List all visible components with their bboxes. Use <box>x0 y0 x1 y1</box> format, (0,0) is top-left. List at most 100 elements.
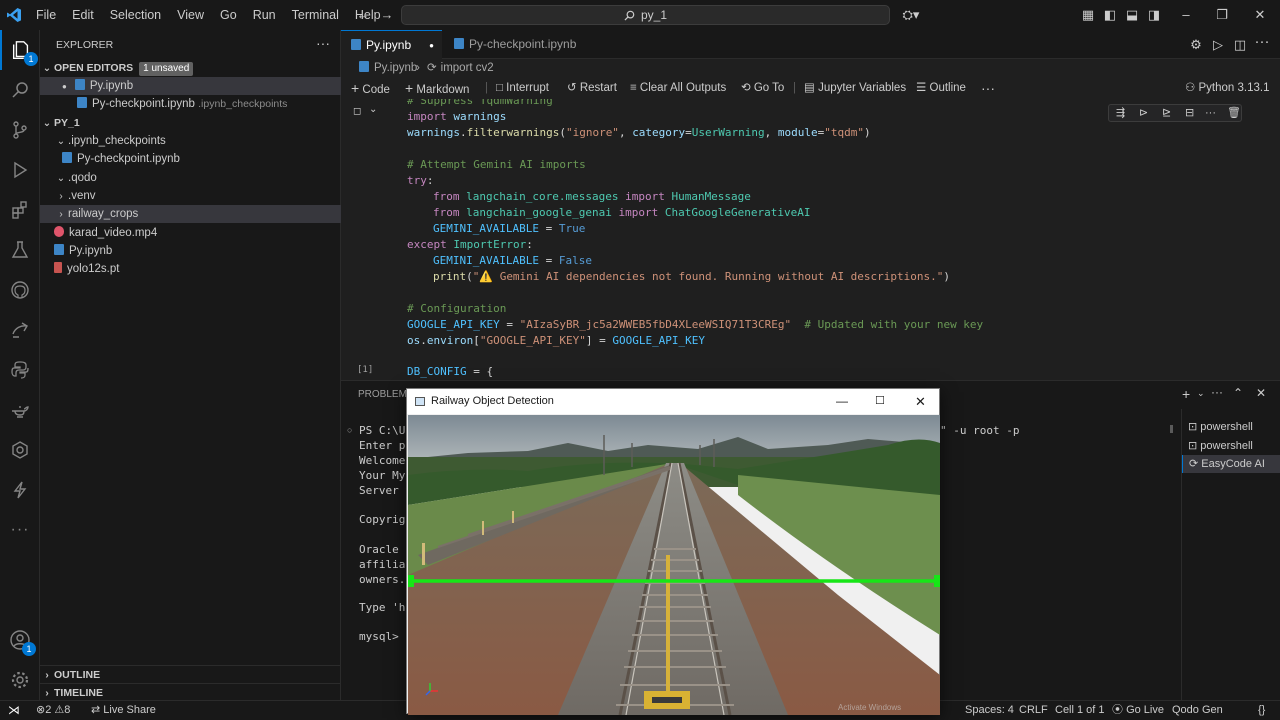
go-live-button[interactable]: ⦿ Go Live <box>1112 701 1164 720</box>
manage-gear-icon[interactable] <box>0 660 40 700</box>
indentation-indicator[interactable]: Spaces: 4 <box>965 701 1014 720</box>
remote-explorer-icon[interactable] <box>0 310 40 350</box>
tree-folder-railway-crops[interactable]: › railway_crops <box>40 205 341 223</box>
delete-cell-icon[interactable]: 🗑 <box>1227 105 1241 121</box>
run-by-line-icon[interactable]: ⇶ <box>1116 105 1125 121</box>
menu-go[interactable]: Go <box>212 0 245 30</box>
github-icon[interactable] <box>0 270 40 310</box>
testing-icon[interactable] <box>0 230 40 270</box>
forward-arrow-icon[interactable]: → <box>379 7 395 23</box>
restart-button[interactable]: ↺ Restart <box>567 77 617 99</box>
terminal-list-item[interactable]: ⊡ powershell <box>1188 418 1253 436</box>
panel-more-icon[interactable]: ··· <box>1211 385 1223 399</box>
menu-edit[interactable]: Edit <box>64 0 102 30</box>
toolbar-more-icon[interactable]: ··· <box>981 77 995 99</box>
tab-py-checkpoint[interactable]: Py-checkpoint.ipynb <box>444 30 584 59</box>
cell-checkbox-icon[interactable]: ◻ <box>353 106 361 117</box>
terminal-list-item-active[interactable]: ⟳ EasyCode AI <box>1182 455 1280 473</box>
menu-file[interactable]: File <box>28 0 64 30</box>
interrupt-button[interactable]: □ Interrupt <box>496 77 549 99</box>
jupyter-variables-button[interactable]: ▤ Jupyter Variables <box>804 77 906 99</box>
chevron-down-icon[interactable]: ⌄ <box>1197 388 1205 399</box>
window-minimize-icon[interactable]: — <box>836 389 848 414</box>
folder-root-header[interactable]: ⌄ PY_1 <box>40 114 341 132</box>
maximize-panel-icon[interactable]: ⌃ <box>1233 386 1243 400</box>
lightning-icon[interactable] <box>0 470 40 510</box>
toggle-secondary-sidebar-icon[interactable]: ◨ <box>1146 7 1162 23</box>
command-center-search[interactable]: py_1 <box>401 5 890 25</box>
terminal-name: powershell <box>1200 421 1253 433</box>
toggle-panel-icon[interactable]: ⬓ <box>1124 7 1140 23</box>
split-editor-icon[interactable]: ◫ <box>1232 37 1248 53</box>
tree-folder-ipynb-checkpoints[interactable]: ⌄ .ipynb_checkpoints <box>40 132 341 150</box>
extensions-icon[interactable] <box>0 190 40 230</box>
run-below-icon[interactable]: ⊵ <box>1162 105 1171 121</box>
problems-indicator[interactable]: ⊗2 ⚠8 <box>36 701 70 720</box>
run-above-icon[interactable]: ⊳ <box>1139 105 1148 121</box>
breadcrumb-file[interactable]: Py.ipynb <box>359 59 417 77</box>
maximize-icon[interactable]: ❐ <box>1214 7 1230 23</box>
more-views-icon[interactable]: ··· <box>0 510 40 550</box>
terminal-list-item[interactable]: ⊡ powershell <box>1188 437 1253 455</box>
source-control-icon[interactable] <box>0 110 40 150</box>
new-terminal-plus-icon[interactable]: + <box>1182 386 1190 402</box>
explorer-icon[interactable]: 1 <box>0 30 40 70</box>
unsaved-dot-icon[interactable]: ● <box>429 31 434 60</box>
copilot-icon[interactable]: ⛭▾ <box>898 7 924 23</box>
close-icon[interactable]: ✕ <box>1252 7 1268 23</box>
outline-button[interactable]: ☰ Outline <box>916 77 966 99</box>
tree-file-checkpoint[interactable]: Py-checkpoint.ipynb <box>40 150 341 168</box>
tree-file-py[interactable]: Py.ipynb <box>40 242 341 260</box>
breadcrumb-symbol[interactable]: ⟳ import cv2 <box>427 59 494 77</box>
window-close-icon[interactable]: ✕ <box>915 389 926 414</box>
minimize-icon[interactable]: – <box>1178 7 1194 23</box>
window-maximize-icon[interactable]: ☐ <box>875 389 885 414</box>
split-cell-icon[interactable]: ⊟ <box>1185 105 1194 121</box>
add-code-cell-button[interactable]: + Code <box>351 77 390 101</box>
menu-selection[interactable]: Selection <box>102 0 169 30</box>
cell-position-indicator[interactable]: Cell 1 of 1 <box>1055 701 1105 720</box>
layout-customize-icon[interactable]: ▦ <box>1080 7 1096 23</box>
gear-icon[interactable]: ⚙ <box>1188 37 1204 53</box>
goto-button[interactable]: ⟲ Go To <box>741 77 784 99</box>
window-title-bar[interactable]: Railway Object Detection — ☐ ✕ <box>407 389 939 414</box>
terminal-prompt[interactable]: mysql> <box>359 629 405 644</box>
terminal-scrollbar[interactable] <box>1170 425 1173 433</box>
toggle-sidebar-icon[interactable]: ◧ <box>1102 7 1118 23</box>
explorer-more-icon[interactable]: ··· <box>316 36 336 54</box>
chevron-down-icon[interactable]: ⌄ <box>369 104 377 115</box>
qodo-icon[interactable] <box>0 430 40 470</box>
qodo-gen-button[interactable]: Qodo Gen <box>1172 701 1223 720</box>
open-editor-item-py[interactable]: ● Py.ipynb <box>40 77 341 95</box>
remote-indicator-icon[interactable]: ⋊ <box>8 701 20 720</box>
genie-lamp-icon[interactable] <box>0 390 40 430</box>
cell-more-icon[interactable]: ··· <box>1205 105 1216 121</box>
outline-section-header[interactable]: › OUTLINE <box>40 665 341 683</box>
close-panel-icon[interactable]: ✕ <box>1256 386 1266 400</box>
more-actions-icon[interactable]: ··· <box>1254 34 1270 50</box>
open-editors-header[interactable]: ⌄ OPEN EDITORS 1 unsaved <box>40 59 341 77</box>
add-markdown-cell-button[interactable]: + Markdown <box>405 77 469 101</box>
tree-file-video[interactable]: karad_video.mp4 <box>40 224 341 242</box>
tab-py-ipynb[interactable]: Py.ipynb ● <box>341 30 442 59</box>
search-icon[interactable] <box>0 70 40 110</box>
clear-outputs-button[interactable]: ≡ Clear All Outputs <box>630 77 726 99</box>
eol-indicator[interactable]: CRLF <box>1019 701 1048 720</box>
code-cell[interactable]: ◻ ⌄ [1] ⇶ ⊳ ⊵ ⊟ ··· 🗑 # Suppress TqdmWar… <box>341 99 1280 380</box>
menu-view[interactable]: View <box>169 0 212 30</box>
menu-terminal[interactable]: Terminal <box>284 0 347 30</box>
tree-file-model[interactable]: yolo12s.pt <box>40 260 341 278</box>
live-share-button[interactable]: ⇄ Live Share <box>91 701 156 720</box>
kernel-picker[interactable]: ⚇ Python 3.13.1 <box>1185 77 1270 99</box>
python-icon[interactable] <box>0 350 40 390</box>
tree-folder-qodo[interactable]: ⌄ .qodo <box>40 169 341 187</box>
back-arrow-icon[interactable]: ← <box>355 7 371 23</box>
menu-run[interactable]: Run <box>245 0 284 30</box>
run-debug-icon[interactable] <box>0 150 40 190</box>
tree-folder-venv[interactable]: › .venv <box>40 187 341 205</box>
open-editor-item-checkpoint[interactable]: Py-checkpoint.ipynb .ipynb_checkpoints <box>40 95 341 113</box>
timeline-section-header[interactable]: › TIMELINE <box>40 683 341 701</box>
accounts-icon[interactable]: 1 <box>0 620 40 660</box>
run-all-icon[interactable]: ▷ <box>1210 37 1226 53</box>
language-braces-indicator[interactable]: {} <box>1258 701 1265 720</box>
